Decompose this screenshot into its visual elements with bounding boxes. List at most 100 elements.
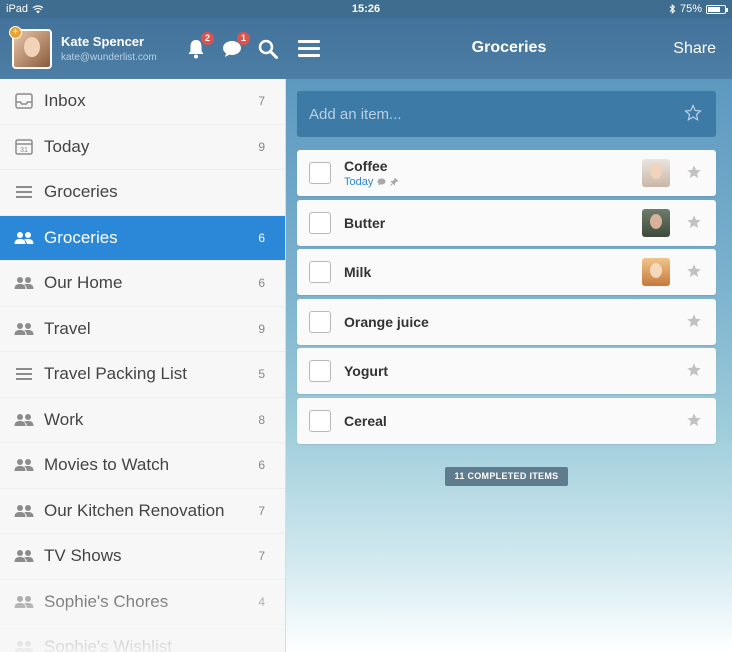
svg-text:31: 31 xyxy=(20,147,28,154)
todo-title: Coffee xyxy=(344,158,388,174)
todo-item[interactable]: Orange juice xyxy=(297,298,716,345)
todo-checkbox[interactable] xyxy=(309,261,331,283)
sidebar-item-2[interactable]: Groceries xyxy=(0,170,285,216)
sidebar-item-9[interactable]: Our Kitchen Renovation 7 xyxy=(0,489,285,534)
star-icon[interactable] xyxy=(686,412,702,433)
todo-item[interactable]: Cereal xyxy=(297,397,716,444)
todo-title: Cereal xyxy=(344,412,387,429)
todo-checkbox[interactable] xyxy=(309,310,331,333)
star-icon[interactable] xyxy=(686,164,702,185)
list-icon xyxy=(14,364,34,384)
sidebar-item-count: 9 xyxy=(258,321,265,336)
status-right: 75% xyxy=(606,3,728,15)
todo-checkbox[interactable] xyxy=(309,211,331,234)
sidebar-item-count: 6 xyxy=(258,276,265,291)
todo-text: Butter xyxy=(344,200,385,246)
sidebar-header: + Kate Spencer kate@wunderlist.com 2 1 xyxy=(0,18,286,79)
sidebar-item-label: Work xyxy=(44,409,84,429)
user-email: kate@wunderlist.com xyxy=(61,52,157,63)
todo-checkbox[interactable] xyxy=(309,162,331,184)
sidebar-item-5[interactable]: Travel 9 xyxy=(0,307,285,352)
star-icon[interactable] xyxy=(686,263,702,284)
shared-list-icon xyxy=(14,228,34,248)
shared-list-icon xyxy=(14,592,34,612)
sidebar-item-count: 9 xyxy=(258,139,265,154)
todo-title: Butter xyxy=(344,214,386,231)
wifi-icon xyxy=(32,4,44,13)
star-icon[interactable] xyxy=(684,104,702,122)
todo-checkbox[interactable] xyxy=(309,360,331,382)
bluetooth-icon xyxy=(669,4,676,14)
star-icon[interactable] xyxy=(686,362,702,383)
inbox-icon xyxy=(14,91,34,111)
woman-avatar[interactable] xyxy=(642,159,670,187)
completed-items-button[interactable]: 11 COMPLETED ITEMS xyxy=(445,467,568,486)
sidebar-item-label: Inbox xyxy=(44,91,86,111)
sidebar-item-3[interactable]: Groceries 6 xyxy=(0,215,285,261)
sidebar-item-count: 6 xyxy=(258,230,265,245)
user-info[interactable]: Kate Spencer kate@wunderlist.com xyxy=(61,34,171,63)
man-avatar[interactable] xyxy=(642,208,670,237)
sidebar-item-count: 7 xyxy=(258,549,265,564)
status-left: iPad xyxy=(6,3,126,15)
todo-text: Yogurt xyxy=(344,348,388,394)
todo-list: Coffee Today Butter Milk Orange juice Yogurt C… xyxy=(297,150,716,447)
todo-checkbox[interactable] xyxy=(309,409,331,432)
sidebar-item-label: Groceries xyxy=(44,182,118,202)
comments-button[interactable]: 1 xyxy=(221,31,250,60)
notifications-badge: 2 xyxy=(201,31,214,45)
todo-text: Coffee Today xyxy=(344,150,399,196)
sidebar-item-label: Travel Packing List xyxy=(44,364,187,384)
star-icon[interactable] xyxy=(686,313,702,334)
sidebar-item-10[interactable]: TV Shows 7 xyxy=(0,534,285,580)
todo-item[interactable]: Butter xyxy=(297,199,716,246)
pro-badge-icon: + xyxy=(9,25,22,39)
header-icons: 2 1 xyxy=(185,31,279,60)
todo-title: Milk xyxy=(344,264,372,280)
todo-meta: Today xyxy=(344,176,399,188)
sidebar-item-label: Sophie's Chores xyxy=(44,591,169,611)
notifications-button[interactable]: 2 xyxy=(185,31,214,60)
todo-item[interactable]: Coffee Today xyxy=(297,150,716,196)
search-button[interactable] xyxy=(257,38,279,60)
add-item-input[interactable] xyxy=(309,105,669,123)
shared-list-icon xyxy=(14,637,34,652)
todo-title: Orange juice xyxy=(344,313,429,330)
shared-list-icon xyxy=(14,501,34,521)
user-avatar[interactable]: + xyxy=(9,25,52,69)
sidebar-item-label: Our Kitchen Renovation xyxy=(44,500,225,520)
todo-due-date: Today xyxy=(344,176,374,188)
share-button[interactable]: Share xyxy=(673,40,716,58)
shared-list-icon xyxy=(14,319,34,339)
avatar-face xyxy=(24,36,40,57)
todo-item[interactable]: Milk xyxy=(297,249,716,295)
battery-percent: 75% xyxy=(679,3,702,15)
shared-list-icon xyxy=(14,273,34,293)
list-icon xyxy=(14,182,34,202)
pin-icon xyxy=(390,178,399,186)
comments-badge: 1 xyxy=(237,31,250,45)
redhead-avatar[interactable] xyxy=(642,258,670,286)
user-name: Kate Spencer xyxy=(61,34,145,49)
sidebar-item-8[interactable]: Movies to Watch 6 xyxy=(0,443,285,489)
status-time: 15:26 xyxy=(351,3,381,15)
main-header: Groceries Share xyxy=(286,18,732,79)
list-title: Groceries xyxy=(471,39,547,56)
todo-item[interactable]: Yogurt xyxy=(297,348,716,394)
sidebar-item-12[interactable]: Sophie's Wishlist xyxy=(0,625,285,652)
sidebar-item-11[interactable]: Sophie's Chores 4 xyxy=(0,580,285,625)
sidebar-item-0[interactable]: Inbox 7 xyxy=(0,79,285,125)
status-bar: iPad 15:26 75% xyxy=(0,0,732,18)
sidebar-item-label: Our Home xyxy=(44,273,123,293)
sidebar-item-count: 8 xyxy=(258,412,265,427)
comment-icon xyxy=(377,178,386,186)
sidebar-item-label: Groceries xyxy=(44,227,118,247)
add-item-bar[interactable] xyxy=(297,91,716,137)
sidebar-item-4[interactable]: Our Home 6 xyxy=(0,261,285,307)
sidebar-item-1[interactable]: 31 Today 9 xyxy=(0,125,285,170)
star-icon[interactable] xyxy=(686,214,702,235)
sidebar-item-count: 7 xyxy=(258,503,265,518)
sidebar-item-7[interactable]: Work 8 xyxy=(0,398,285,443)
sidebar-item-6[interactable]: Travel Packing List 5 xyxy=(0,352,285,398)
sidebar: Inbox 7 31 Today 9 Groceries Groceries 6 Our Hom… xyxy=(0,79,286,652)
